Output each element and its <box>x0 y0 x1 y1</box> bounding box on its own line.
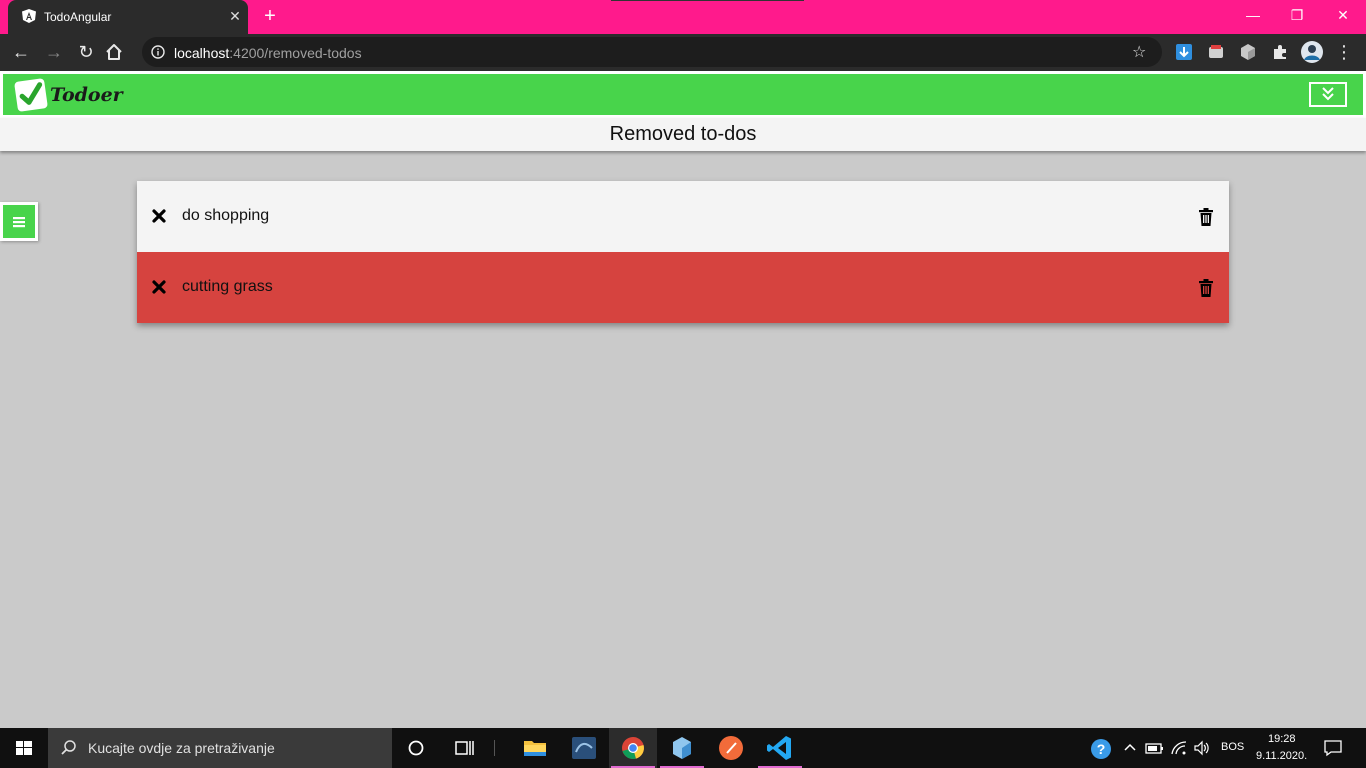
database-app-icon <box>572 737 596 759</box>
chrome-icon <box>622 737 644 759</box>
restore-button[interactable]: ❐ <box>1274 0 1320 30</box>
wifi-icon[interactable] <box>1170 740 1190 756</box>
tab-title: TodoAngular <box>44 10 112 24</box>
tab-close-icon[interactable]: ✕ <box>225 6 245 26</box>
chevron-up-icon[interactable] <box>1122 740 1138 756</box>
page-title: Removed to-dos <box>609 123 757 145</box>
trash-icon[interactable] <box>1198 208 1214 226</box>
hamburger-icon <box>13 217 25 228</box>
virtualbox-taskbar-button[interactable] <box>658 728 706 768</box>
vscode-icon <box>767 736 791 760</box>
notification-center-icon[interactable] <box>1323 739 1343 757</box>
new-tab-button[interactable]: + <box>258 5 282 29</box>
back-arrow-icon[interactable]: ← <box>7 38 35 66</box>
help-icon[interactable]: ? <box>1089 737 1113 761</box>
taskbar-divider <box>488 728 502 768</box>
file-explorer-icon[interactable] <box>511 728 559 768</box>
clock-time[interactable]: 19:28 <box>1268 733 1296 745</box>
folder-icon <box>524 741 546 756</box>
postman-icon <box>719 736 743 760</box>
double-chevron-down-icon <box>1322 87 1334 101</box>
todo-text: cutting grass <box>182 278 273 295</box>
windows-taskbar: Kucajte ovdje za pretraživanje ? BOS 19:… <box>0 728 1366 768</box>
close-icon[interactable] <box>151 208 167 224</box>
browser-toolbar: ← → ↻ localhost:4200/removed-todos ☆ ⋮ <box>0 34 1366 71</box>
svg-text:?: ? <box>1097 741 1106 757</box>
todo-item[interactable]: do shopping <box>137 181 1229 252</box>
chrome-taskbar-button[interactable] <box>609 728 657 768</box>
minimize-button[interactable]: — <box>1230 0 1276 30</box>
profile-avatar[interactable] <box>1301 41 1323 63</box>
tab-strip-divider <box>611 0 804 1</box>
task-view-icon[interactable] <box>440 728 488 768</box>
app-logo-text[interactable]: Todoer <box>50 84 123 106</box>
url-text: localhost:4200/removed-todos <box>174 45 362 61</box>
battery-icon[interactable] <box>1145 740 1165 756</box>
sql-workbench-icon[interactable] <box>560 728 608 768</box>
site-info-icon[interactable] <box>151 45 165 59</box>
reload-icon[interactable]: ↻ <box>72 38 100 66</box>
navbar-toggle-button[interactable] <box>1309 82 1347 107</box>
trash-icon[interactable] <box>1198 279 1214 297</box>
puzzle-extensions-icon[interactable] <box>1270 42 1290 62</box>
logo-checkmark-icon[interactable] <box>14 78 48 112</box>
todo-text: do shopping <box>182 207 270 224</box>
vscode-taskbar-button[interactable] <box>756 728 804 768</box>
cube-app-icon <box>673 737 691 759</box>
app-navbar: Todoer <box>3 74 1363 115</box>
home-icon[interactable] <box>104 42 124 62</box>
forward-arrow-icon[interactable]: → <box>40 38 68 66</box>
browser-tab-todoangular[interactable]: TodoAngular ✕ <box>8 0 248 34</box>
close-icon[interactable] <box>151 279 167 295</box>
clock-date[interactable]: 9.11.2020. <box>1256 750 1307 762</box>
volume-icon[interactable] <box>1193 740 1211 756</box>
side-menu-button[interactable] <box>0 202 38 241</box>
language-indicator[interactable]: BOS <box>1221 741 1244 753</box>
search-icon <box>61 740 76 755</box>
cortana-icon[interactable] <box>392 728 440 768</box>
browser-menu-icon[interactable]: ⋮ <box>1330 38 1358 66</box>
taskbar-search-box[interactable]: Kucajte ovdje za pretraživanje <box>48 728 392 768</box>
address-bar[interactable]: localhost:4200/removed-todos ☆ <box>142 37 1162 67</box>
angular-logo-icon <box>22 9 36 23</box>
extension-icon[interactable] <box>1206 42 1226 62</box>
browser-tab-strip: TodoAngular ✕ + — ❐ ✕ <box>0 0 1366 34</box>
url-path: :4200/removed-todos <box>229 45 362 61</box>
window-close-button[interactable]: ✕ <box>1320 0 1366 30</box>
removed-todo-list: do shopping cutting grass <box>137 181 1229 323</box>
cube-extension-icon[interactable] <box>1238 42 1258 62</box>
download-extension-icon[interactable] <box>1174 42 1194 62</box>
search-placeholder: Kucajte ovdje za pretraživanje <box>88 740 275 756</box>
bookmark-star-icon[interactable]: ☆ <box>1132 42 1146 62</box>
todo-item[interactable]: cutting grass <box>137 252 1229 323</box>
app-header: Todoer <box>0 71 1366 118</box>
windows-start-icon[interactable] <box>0 728 48 768</box>
postman-taskbar-button[interactable] <box>707 728 755 768</box>
url-host: localhost <box>174 45 230 61</box>
page-header: Removed to-dos <box>0 118 1366 151</box>
